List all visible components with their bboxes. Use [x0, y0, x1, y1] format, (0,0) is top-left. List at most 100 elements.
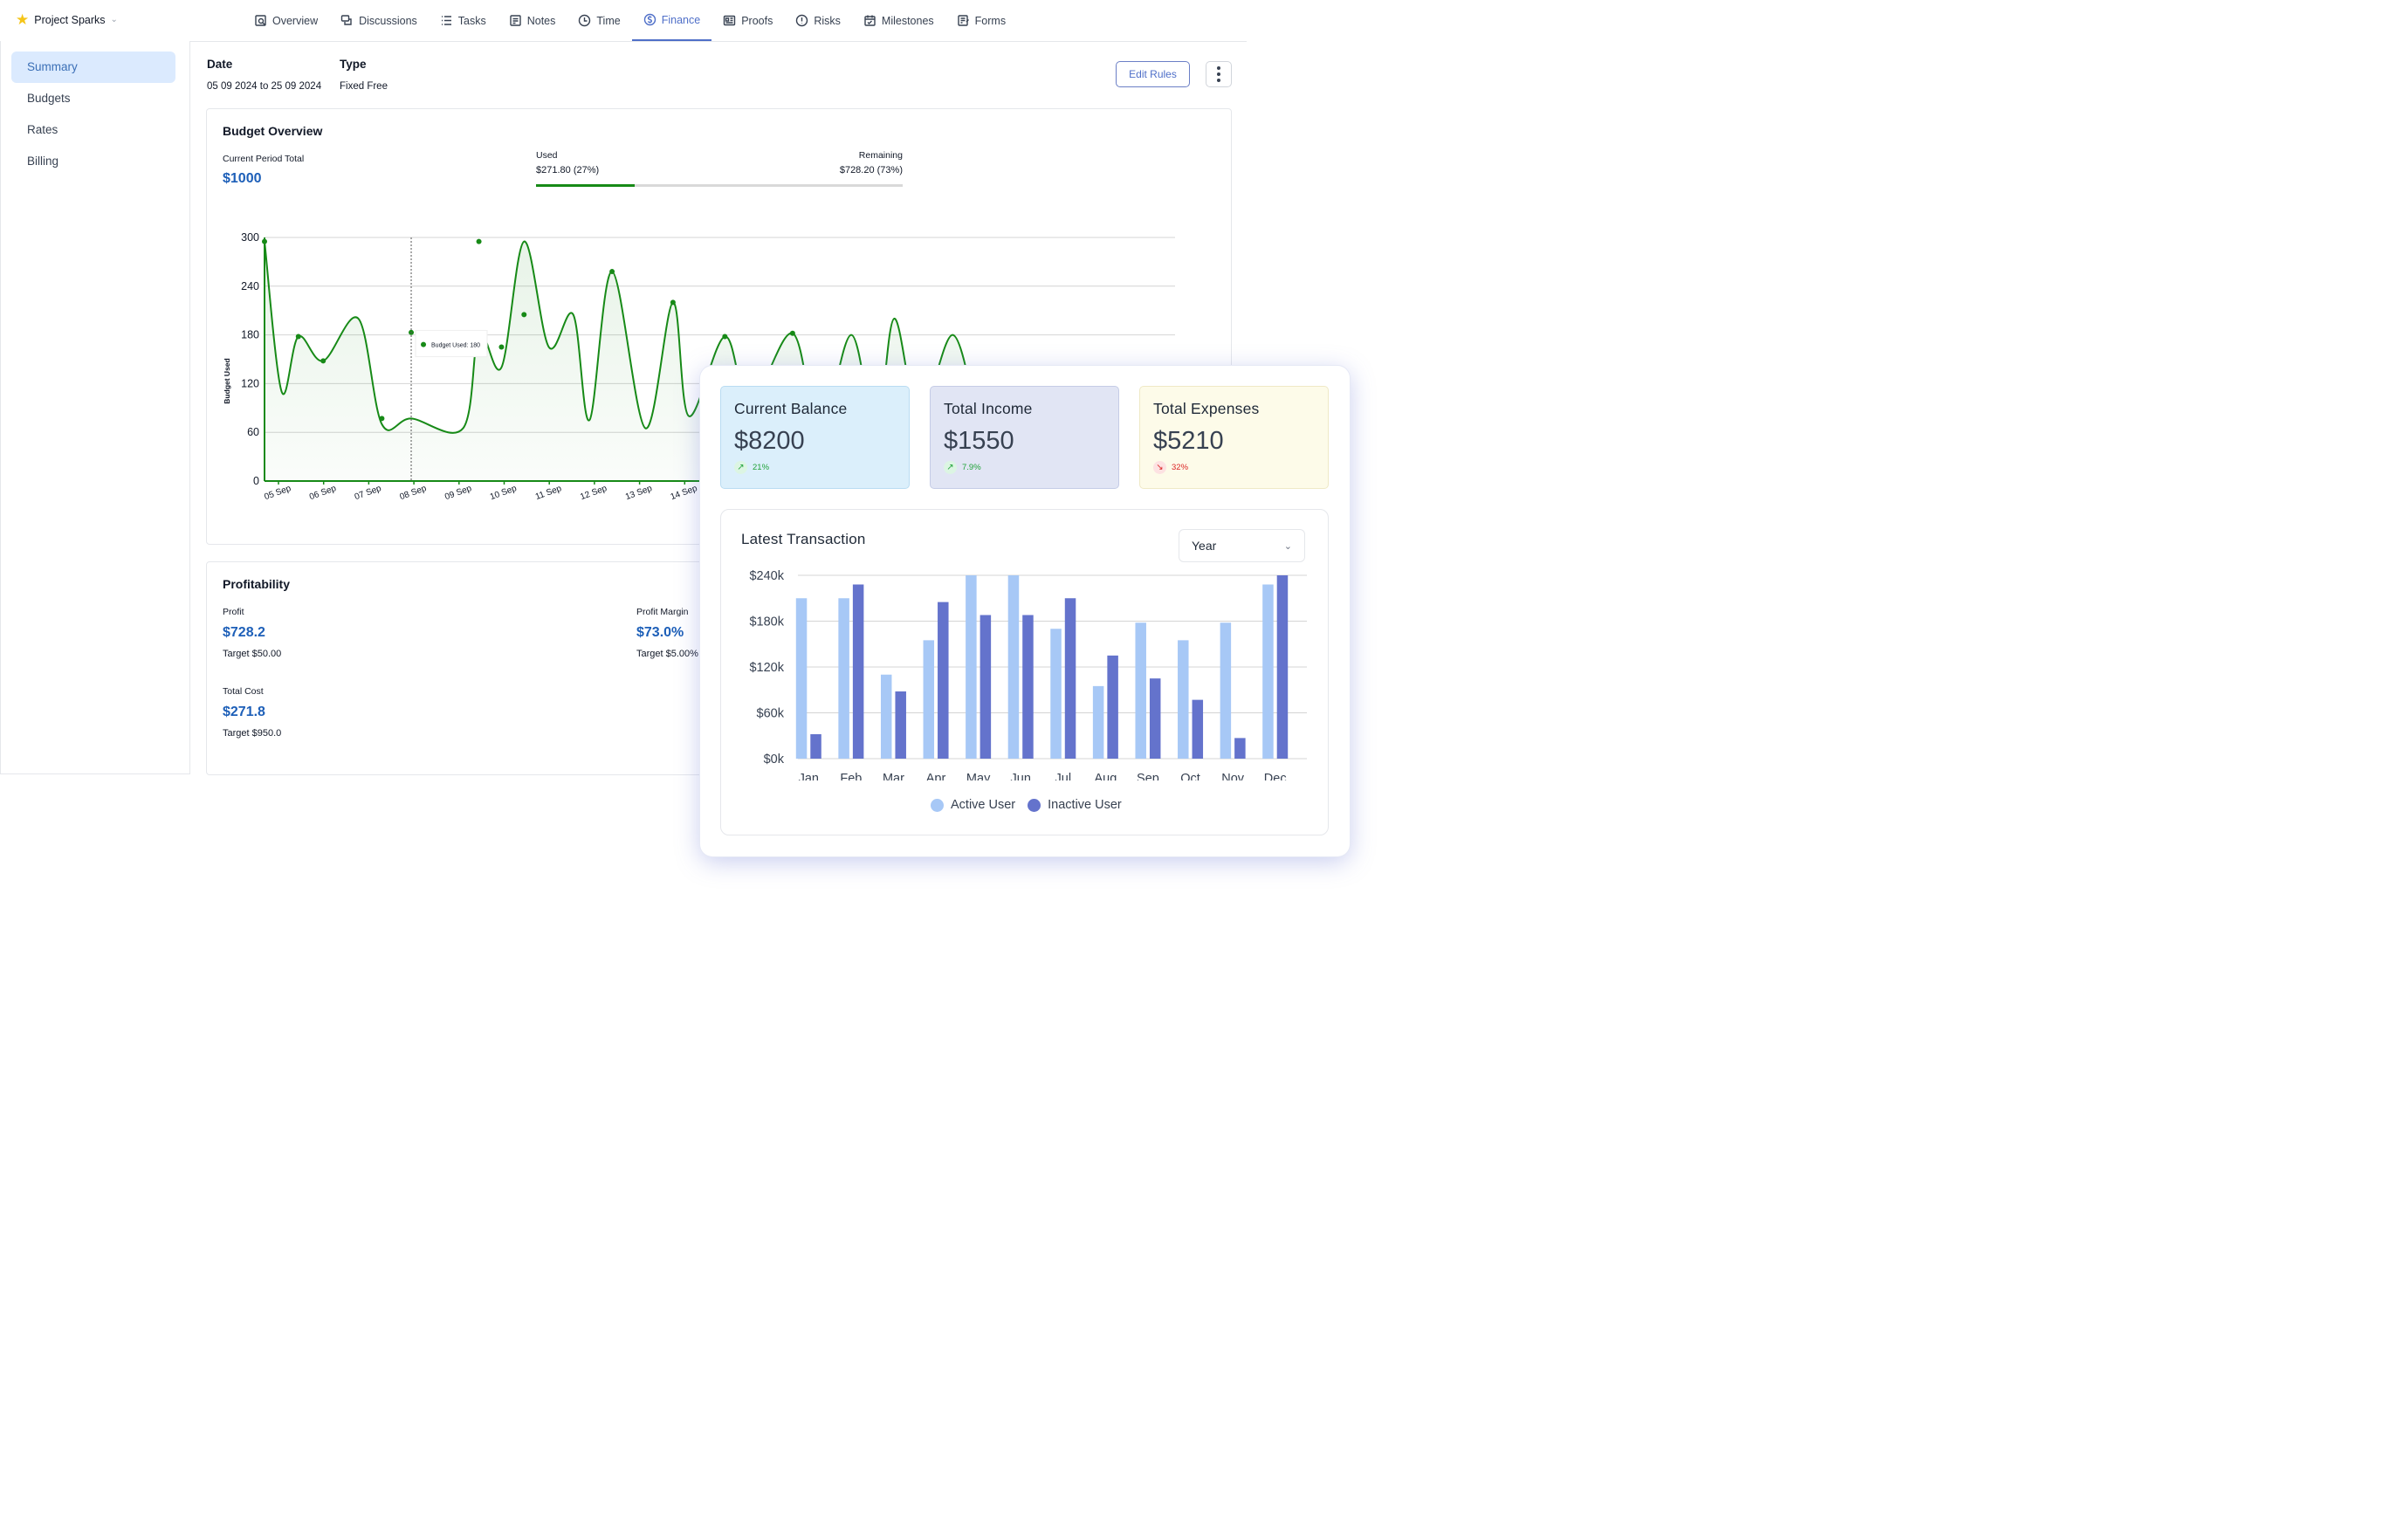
budget-overview-title: Budget Overview: [223, 124, 323, 138]
tab-label: Notes: [526, 14, 556, 27]
tab-forms[interactable]: Forms: [945, 0, 1017, 41]
tab-overview[interactable]: Overview: [243, 0, 329, 41]
x-tick-label: 05 Sep: [263, 484, 292, 502]
tab-notes[interactable]: Notes: [498, 0, 567, 41]
total-cost-target: Target $950.0: [223, 728, 282, 739]
stat-change: ↗ 7.9%: [944, 461, 1105, 474]
latest-transaction-title: Latest Transaction: [741, 531, 866, 547]
data-point[interactable]: [521, 312, 527, 318]
tab-tasks[interactable]: Tasks: [429, 0, 498, 41]
bar-active-user[interactable]: [1007, 575, 1020, 759]
tooltip-text: Budget Used: 180: [431, 343, 480, 349]
bar-inactive-user[interactable]: [852, 584, 864, 760]
bar-inactive-user[interactable]: [1149, 678, 1161, 759]
period-select[interactable]: Year ⌄: [1179, 529, 1305, 562]
x-tick-label: 11 Sep: [534, 484, 563, 502]
stat-value: $8200: [734, 427, 805, 455]
x-tick-label: 09 Sep: [443, 484, 473, 502]
stat-title: Total Income: [944, 400, 1033, 417]
bar-active-user[interactable]: [838, 598, 849, 759]
legend-inactive-label: Inactive User: [1048, 798, 1122, 812]
tab-proofs[interactable]: Proofs: [711, 0, 784, 41]
stat-change-value: 32%: [1172, 463, 1189, 472]
bar-active-user[interactable]: [795, 598, 808, 759]
total-cost-value: $271.8: [223, 705, 265, 719]
tab-discussions[interactable]: Discussions: [329, 0, 429, 41]
tab-label: Time: [596, 14, 621, 27]
bar-active-user[interactable]: [966, 575, 977, 759]
bar-inactive-user[interactable]: [810, 734, 821, 759]
notes-icon: [510, 15, 521, 26]
tab-time[interactable]: Time: [567, 0, 631, 41]
tab-label: Milestones: [881, 14, 934, 27]
bar-inactive-user[interactable]: [1192, 699, 1204, 759]
bar-active-user[interactable]: [1262, 584, 1274, 760]
stat-change-value: 7.9%: [962, 463, 981, 472]
data-point[interactable]: [295, 333, 301, 340]
bar-active-user[interactable]: [880, 674, 892, 759]
x-tick-label: 13 Sep: [624, 484, 654, 502]
data-point[interactable]: [379, 416, 385, 422]
type-label: Type: [340, 58, 367, 71]
profit-margin-target: Target $5.00%: [636, 649, 698, 659]
profit-margin-value: $73.0%: [636, 625, 684, 640]
used-value: $271.80 (27%): [536, 165, 600, 175]
tab-risks[interactable]: Risks: [784, 0, 852, 41]
x-tick-label: 14 Sep: [670, 484, 699, 502]
profit-target: Target $50.00: [223, 649, 282, 659]
y-axis-label: Budget Used: [223, 358, 231, 403]
sidebar-item-summary[interactable]: Summary: [11, 52, 175, 83]
x-tick-label: May: [966, 772, 991, 780]
project-name: Project Sparks: [34, 13, 106, 26]
data-point[interactable]: [670, 299, 676, 306]
sidebar-item-billing[interactable]: Billing: [11, 146, 175, 177]
budget-progress-fill: [536, 184, 636, 187]
more-options-button[interactable]: [1206, 61, 1232, 87]
bar-active-user[interactable]: [1050, 629, 1062, 759]
bar-inactive-user[interactable]: [1234, 738, 1246, 759]
tooltip-dot: [421, 341, 427, 347]
data-point[interactable]: [320, 358, 327, 364]
sidebar-item-rates[interactable]: Rates: [11, 114, 175, 146]
chart-legend: Active User Inactive User: [931, 798, 1122, 812]
used-label: Used: [536, 150, 558, 161]
bar-inactive-user[interactable]: [938, 602, 949, 759]
finance-overview-panel: Current Balance $8200 ↗ 21% Total Income $155…: [700, 366, 1350, 856]
bar-active-user[interactable]: [1220, 622, 1232, 759]
total-cost-label: Total Cost: [223, 686, 264, 697]
proofs-icon: [724, 15, 736, 26]
bar-active-user[interactable]: [1178, 640, 1189, 759]
data-point[interactable]: [262, 238, 267, 244]
data-point[interactable]: [498, 344, 505, 350]
edit-rules-button[interactable]: Edit Rules: [1116, 61, 1190, 87]
tab-bar: Overview Discussions Tasks Notes Time Finance…: [243, 0, 1017, 41]
bar-inactive-user[interactable]: [1107, 655, 1118, 759]
y-tick-label: $120k: [749, 661, 784, 675]
profit-value: $728.2: [223, 625, 265, 640]
tab-milestones[interactable]: Milestones: [852, 0, 945, 41]
bar-inactive-user[interactable]: [1022, 615, 1034, 760]
bar-inactive-user[interactable]: [895, 691, 906, 759]
x-tick-label: 12 Sep: [579, 484, 608, 502]
tab-finance[interactable]: Finance: [631, 0, 712, 41]
stat-value: $1550: [944, 427, 1014, 455]
data-point[interactable]: [609, 269, 615, 275]
period-total-label: Current Period Total: [223, 154, 305, 164]
stat-card-current-balance: Current Balance $8200 ↗ 21%: [720, 386, 910, 489]
profitability-title: Profitability: [223, 577, 291, 591]
bar-inactive-user[interactable]: [1064, 598, 1076, 759]
sidebar-item-budgets[interactable]: Budgets: [11, 83, 175, 114]
remaining-value: $728.20 (73%): [839, 165, 903, 175]
bar-active-user[interactable]: [1092, 685, 1104, 759]
bar-active-user[interactable]: [1135, 622, 1146, 759]
project-selector[interactable]: ★ Project Sparks ⌄: [16, 12, 118, 27]
y-tick-label: 300: [241, 231, 259, 244]
stat-title: Total Expenses: [1153, 400, 1260, 417]
bar-active-user[interactable]: [923, 640, 935, 759]
data-point[interactable]: [722, 333, 728, 340]
bar-inactive-user[interactable]: [980, 615, 992, 760]
data-point[interactable]: [476, 238, 482, 244]
bar-inactive-user[interactable]: [1276, 575, 1289, 759]
more-vertical-icon: [1217, 66, 1220, 70]
data-point[interactable]: [789, 330, 795, 336]
